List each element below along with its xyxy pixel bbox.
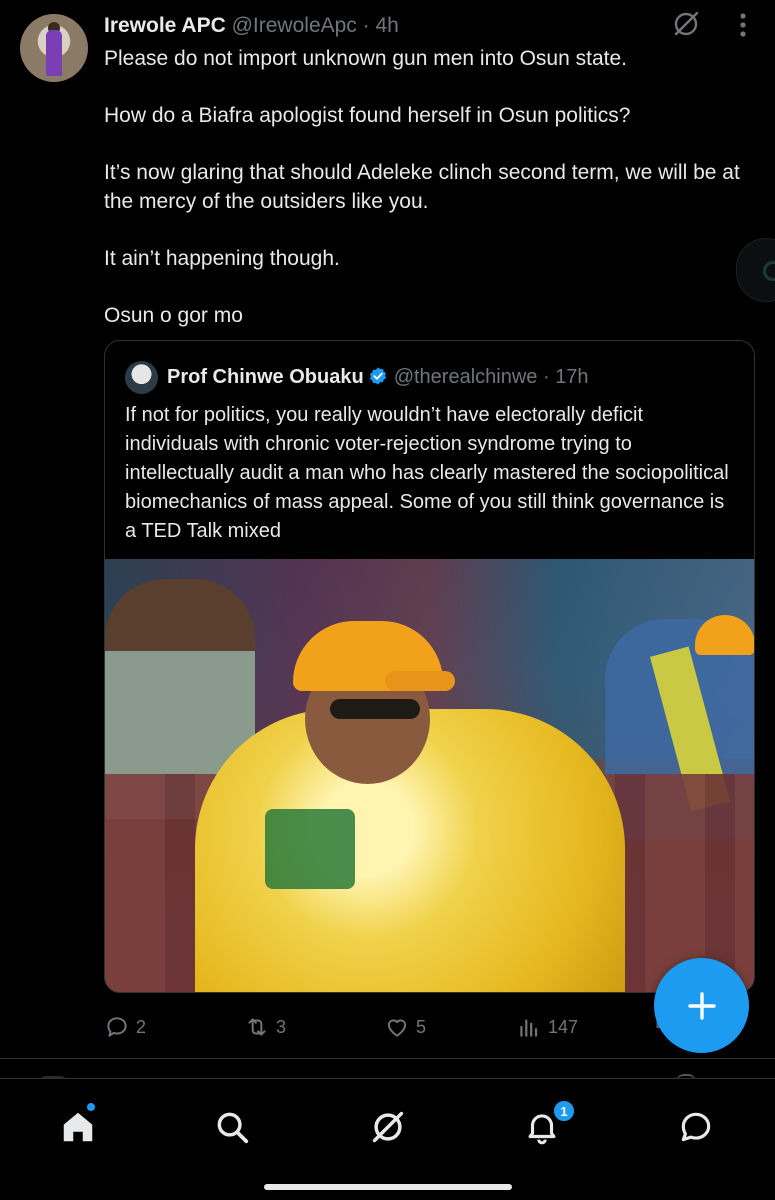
reply-count: 2	[136, 1016, 147, 1037]
quote-author-handle[interactable]: @therealchinwe	[394, 366, 538, 388]
tweet-paragraph: Please do not import unknown gun men int…	[104, 47, 627, 70]
repost-button[interactable]: 3	[244, 1010, 286, 1044]
quote-text: If not for politics, you really wouldn’t…	[125, 404, 729, 542]
photo-shirt-emblem	[265, 809, 355, 889]
notification-badge: 1	[552, 1099, 576, 1123]
grok-icon	[372, 1111, 404, 1143]
nav-grok[interactable]	[366, 1105, 410, 1149]
home-new-indicator	[86, 1102, 96, 1112]
quote-author-avatar[interactable]	[125, 361, 158, 394]
quote-photo[interactable]	[105, 559, 754, 992]
like-button[interactable]: 5	[384, 1010, 426, 1044]
verified-badge-icon	[369, 367, 386, 385]
tweet-time[interactable]: 4h	[375, 14, 398, 37]
compose-button[interactable]	[654, 958, 749, 1053]
messages-icon	[681, 1112, 711, 1142]
home-icon	[63, 1112, 93, 1142]
divider	[0, 1058, 775, 1059]
photo-cap-brim	[385, 671, 455, 691]
more-icon[interactable]	[732, 12, 754, 38]
separator: ·	[537, 366, 556, 388]
repost-count: 3	[276, 1016, 287, 1037]
nav-home[interactable]	[56, 1105, 100, 1149]
heart-icon	[387, 1019, 407, 1037]
views-icon	[520, 1019, 538, 1037]
tweet-paragraph: How do a Biafra apologist found herself …	[104, 104, 631, 127]
author-handle[interactable]: @IrewoleApc	[232, 14, 357, 37]
quoted-tweet[interactable]: Prof Chinwe Obuaku @therealchinwe · 17h …	[104, 340, 755, 993]
reply-button[interactable]: 2	[104, 1010, 146, 1044]
author-avatar[interactable]	[20, 14, 88, 82]
separator: ·	[356, 14, 376, 37]
quote-time[interactable]: 17h	[555, 366, 588, 388]
search-icon	[217, 1112, 249, 1144]
bottom-navigation: 1	[0, 1078, 775, 1200]
nav-messages[interactable]	[674, 1105, 718, 1149]
edge-button-icon	[763, 261, 775, 281]
plus-icon	[687, 991, 716, 1020]
grok-icon[interactable]	[672, 10, 700, 38]
tweet-paragraph: It ain’t happening though.	[104, 247, 340, 270]
tweet-paragraph: It’s now glaring that should Adeleke cli…	[104, 161, 746, 213]
author-name[interactable]: Irewole APC	[104, 14, 226, 37]
tweet-text: Please do not import unknown gun men int…	[104, 44, 754, 330]
photo-sunglasses	[330, 699, 420, 719]
quote-author-name[interactable]: Prof Chinwe Obuaku	[167, 366, 364, 388]
home-indicator[interactable]	[264, 1184, 512, 1190]
repost-icon	[248, 1018, 266, 1036]
tweet-paragraph: Osun o gor mo	[104, 304, 243, 327]
nav-search[interactable]	[210, 1105, 254, 1149]
quote-header: Prof Chinwe Obuaku @therealchinwe · 17h	[167, 363, 589, 391]
views-button[interactable]: 147	[516, 1010, 578, 1044]
reply-icon	[107, 1017, 127, 1037]
tweet-header: Irewole APC @IrewoleApc · 4h	[104, 12, 399, 40]
views-count: 147	[548, 1016, 579, 1037]
like-count: 5	[416, 1016, 427, 1037]
avatar-figure	[46, 30, 62, 76]
